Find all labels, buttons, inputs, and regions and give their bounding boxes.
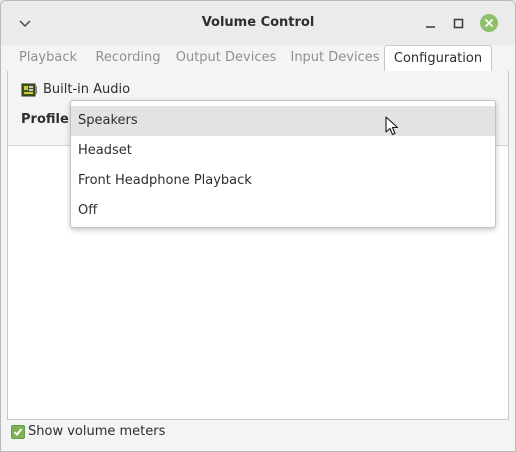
profile-option-front-headphone[interactable]: Front Headphone Playback [71, 166, 495, 196]
minimize-button[interactable] [421, 13, 441, 33]
tab-playback[interactable]: Playback [15, 45, 81, 71]
tab-recording[interactable]: Recording [93, 45, 163, 71]
close-button[interactable] [479, 13, 499, 33]
tab-configuration[interactable]: Configuration [384, 45, 492, 72]
show-volume-meters-checkbox[interactable] [11, 425, 25, 439]
profile-option-speakers[interactable]: Speakers [71, 106, 495, 136]
show-volume-meters-label[interactable]: Show volume meters [28, 424, 165, 439]
profile-label: Profile: [21, 112, 74, 127]
profile-option-headset[interactable]: Headset [71, 136, 495, 166]
tab-input-devices[interactable]: Input Devices [289, 45, 381, 71]
tab-bar: Playback Recording Output Devices Input … [7, 45, 511, 72]
tab-output-devices[interactable]: Output Devices [175, 45, 277, 71]
footer: Show volume meters [7, 421, 307, 443]
maximize-button[interactable] [449, 13, 469, 33]
title-bar: Volume Control [1, 1, 515, 45]
profile-option-off[interactable]: Off [71, 196, 495, 226]
sound-card-icon [21, 82, 37, 98]
mouse-pointer-icon [385, 116, 399, 136]
card-name: Built-in Audio [43, 82, 131, 97]
profile-dropdown-list[interactable]: Speakers Headset Front Headphone Playbac… [70, 100, 496, 228]
